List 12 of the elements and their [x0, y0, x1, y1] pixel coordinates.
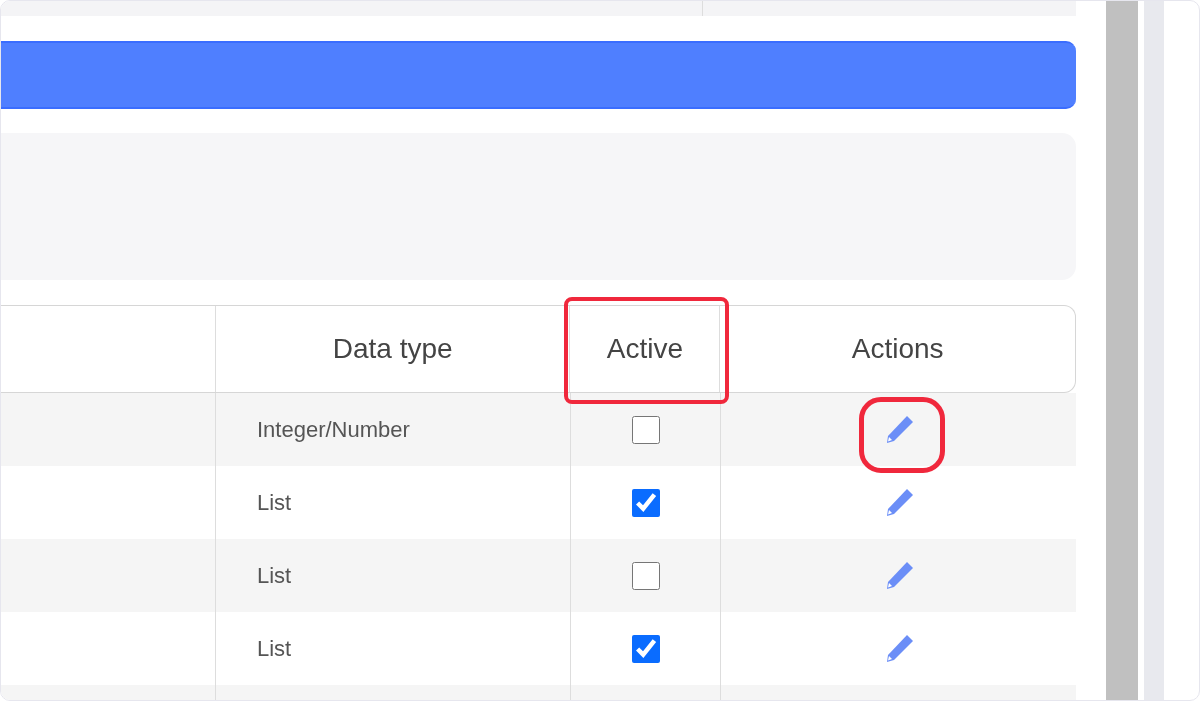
- column-header: Active: [606, 332, 683, 366]
- table-cell-text: Integer/Number: [257, 416, 410, 444]
- active-checkbox[interactable]: [631, 415, 660, 444]
- column-header: Data type: [332, 332, 453, 366]
- active-checkbox[interactable]: [631, 488, 660, 517]
- column-header: Actions: [851, 332, 944, 366]
- table-cell-text: List: [257, 635, 292, 663]
- active-checkbox[interactable]: [631, 561, 660, 590]
- scrollbar-thumb[interactable]: [1106, 1, 1138, 700]
- table-cell-text: List: [257, 489, 292, 517]
- table-cell-text: List: [257, 562, 292, 590]
- active-checkbox[interactable]: [631, 634, 660, 663]
